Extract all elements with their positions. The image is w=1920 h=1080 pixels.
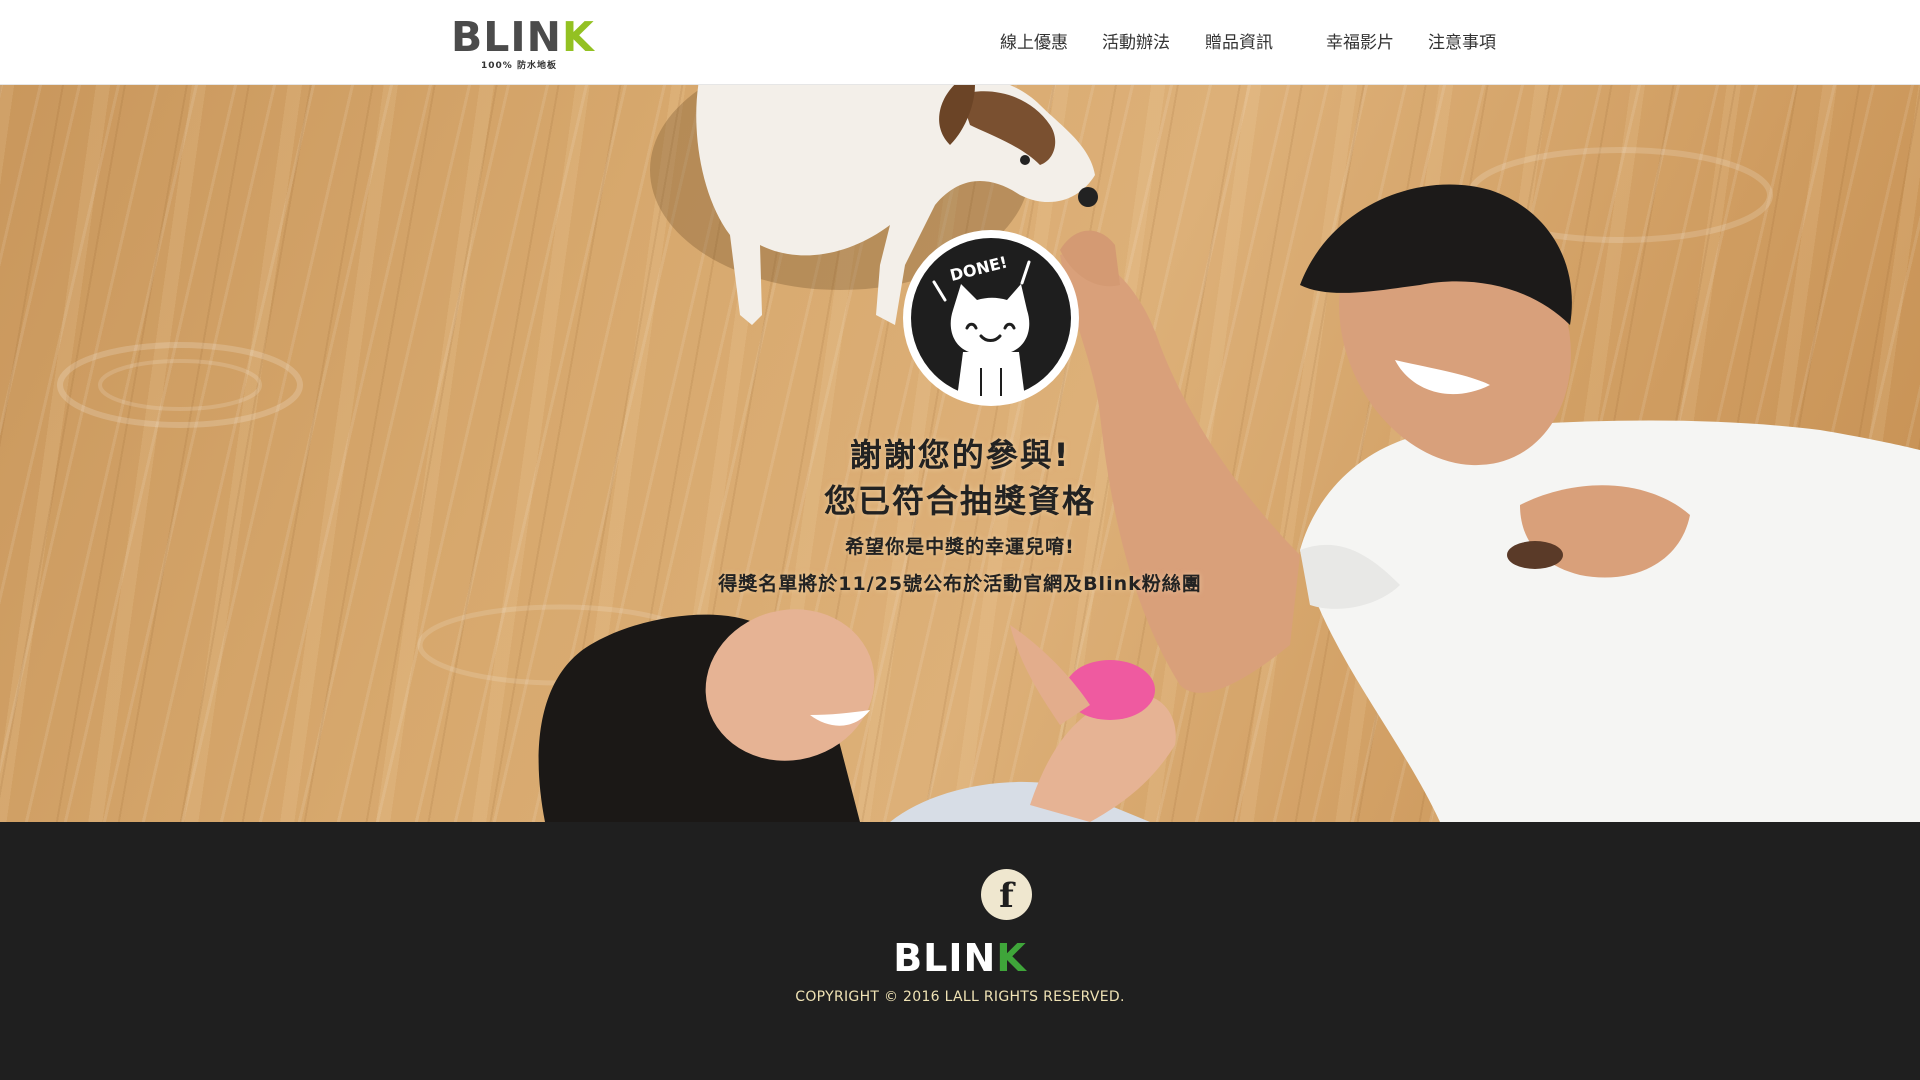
nav-online-offers[interactable]: 線上優惠 [1000, 30, 1068, 56]
cat-icon [950, 284, 1030, 398]
copyright-text: COPYRIGHT © 2016 LALL RIGHTS RESERVED. [795, 989, 1125, 1005]
site-footer: f BLINK COPYRIGHT © 2016 LALL RIGHTS RES… [0, 822, 1920, 1080]
site-header: BLINK 100% 防水地板 線上優惠 活動辦法 贈品資訊 幸福影片 注意事項 [0, 0, 1920, 85]
thanks-title: 謝謝您的參與! [849, 436, 1071, 474]
facebook-icon[interactable]: f [981, 869, 1032, 920]
nav-event-rules[interactable]: 活動辦法 [1102, 30, 1170, 56]
lucky-message: 希望你是中獎的幸運兒唷! [845, 536, 1075, 558]
qualified-title: 您已符合抽獎資格 [823, 482, 1096, 520]
announcement-message: 得獎名單將於11/25號公布於活動官網及Blink粉絲團 [718, 573, 1202, 595]
hero-section: DONE! 謝謝您的參與! 您已符合抽獎資格 希望你是中獎的幸運兒唷! 得獎名單… [0, 85, 1920, 822]
main-nav: 線上優惠 活動辦法 贈品資訊 幸福影片 注意事項 [0, 30, 1920, 56]
done-cat-badge: DONE! [903, 230, 1079, 406]
woman-illustration [538, 609, 1176, 822]
logo-tagline: 100% 防水地板 [481, 61, 557, 71]
nav-gift-info[interactable]: 贈品資訊 [1205, 30, 1273, 56]
nav-notes[interactable]: 注意事項 [1428, 30, 1496, 56]
footer-logo-accent: K [996, 936, 1027, 980]
nav-happy-video[interactable]: 幸福影片 [1326, 30, 1394, 56]
footer-logo-main: BLIN [893, 936, 997, 980]
footer-logo: BLINK [0, 936, 1920, 980]
